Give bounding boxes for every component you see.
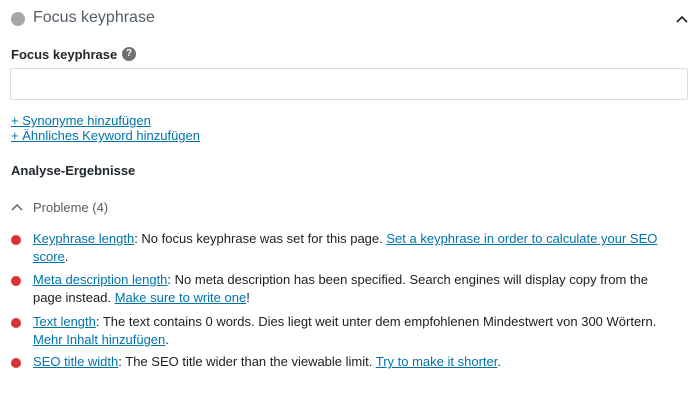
result-description: : The text contains 0 words. Dies liegt … bbox=[95, 314, 657, 329]
analysis-heading: Analyse-Ergebnisse bbox=[11, 163, 136, 178]
problem-bullet-icon bbox=[11, 358, 21, 368]
result-suffix: . bbox=[497, 354, 501, 369]
chevron-up-icon[interactable] bbox=[676, 15, 688, 23]
result-suffix: ! bbox=[246, 290, 250, 305]
problem-bullet-icon bbox=[11, 276, 21, 286]
add-related-keyword-link[interactable]: + Ähnliches Keyword hinzufügen bbox=[11, 128, 200, 143]
panel-title: Focus keyphrase bbox=[33, 9, 155, 26]
keyphrase-input[interactable] bbox=[10, 68, 688, 100]
result-title-link[interactable]: SEO title width bbox=[33, 354, 118, 369]
add-synonyms-link[interactable]: + Synonyme hinzufügen bbox=[11, 113, 151, 128]
problems-toggle[interactable]: Probleme (4) bbox=[11, 198, 108, 216]
result-action-link[interactable]: Mehr Inhalt hinzufügen bbox=[33, 332, 165, 347]
help-icon[interactable]: ? bbox=[122, 47, 136, 61]
result-description: : No focus keyphrase was set for this pa… bbox=[134, 231, 387, 246]
focus-keyphrase-panel-header[interactable]: Focus keyphrase bbox=[0, 0, 700, 40]
seo-status-dot bbox=[11, 12, 25, 26]
problems-label: Probleme (4) bbox=[33, 199, 109, 215]
keyphrase-label: Focus keyphrase bbox=[11, 47, 118, 62]
result-title-link[interactable]: Text length bbox=[33, 314, 96, 329]
problem-bullet-icon bbox=[11, 318, 21, 328]
result-title-link[interactable]: Keyphrase length bbox=[33, 231, 134, 246]
result-title-link[interactable]: Meta description length bbox=[33, 272, 167, 287]
result-suffix: . bbox=[64, 249, 69, 264]
chevron-up-icon bbox=[11, 204, 23, 211]
result-description: : The SEO title wider than the viewable … bbox=[118, 354, 376, 369]
problem-bullet-icon bbox=[11, 235, 21, 245]
result-suffix: . bbox=[165, 332, 169, 347]
result-action-link[interactable]: Try to make it shorter bbox=[376, 354, 498, 369]
result-action-link[interactable]: Make sure to write one bbox=[115, 290, 247, 305]
